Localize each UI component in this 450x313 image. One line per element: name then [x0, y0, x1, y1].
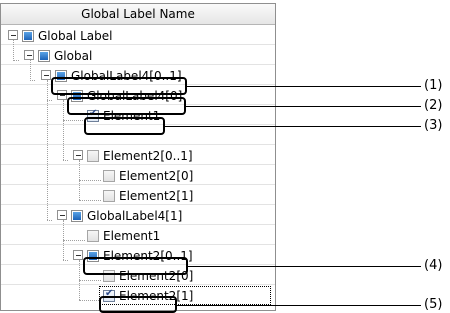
checkbox-icon[interactable]	[103, 190, 115, 202]
callout-number-5: (5)	[424, 297, 443, 312]
callout-box-4	[83, 257, 188, 275]
tree-connector	[79, 300, 101, 301]
callout-number-3: (3)	[424, 118, 443, 133]
callout-leader-3	[165, 126, 421, 127]
collapse-toggle-icon[interactable]	[24, 50, 34, 60]
tree-connector	[79, 180, 101, 181]
callout-box-3	[84, 117, 165, 135]
tree-connector	[63, 120, 85, 121]
collapse-toggle-icon[interactable]	[41, 70, 51, 80]
tree-connector	[63, 260, 68, 261]
callout-leader-1	[187, 86, 421, 87]
callout-box-1	[51, 77, 187, 95]
callout-leader-2	[186, 106, 421, 107]
collapse-toggle-icon[interactable]	[73, 250, 83, 260]
tree-connector	[63, 160, 68, 161]
folder-icon	[71, 210, 83, 222]
tree-connector	[79, 200, 101, 201]
folder-icon	[22, 30, 34, 42]
tree-connector	[47, 80, 48, 220]
callout-number-1: (1)	[424, 78, 443, 93]
checkbox-icon[interactable]	[87, 230, 99, 242]
checkbox-icon[interactable]	[103, 170, 115, 182]
tree-connector	[30, 80, 35, 81]
tree-connector	[63, 100, 64, 160]
tree-connector	[13, 40, 14, 61]
callout-leader-4	[188, 266, 421, 267]
checkbox-icon[interactable]	[87, 150, 99, 162]
tree-connector	[63, 240, 85, 241]
folder-icon	[38, 50, 50, 62]
tree-connector	[79, 280, 101, 281]
callout-leader-5	[177, 305, 421, 306]
callout-box-5	[99, 296, 177, 313]
column-header[interactable]: Global Label Name	[1, 4, 275, 25]
callout-box-2	[67, 97, 186, 115]
tree-connector	[47, 220, 52, 221]
collapse-toggle-icon[interactable]	[73, 150, 83, 160]
callout-number-2: (2)	[424, 98, 443, 113]
collapse-toggle-icon[interactable]	[8, 30, 18, 40]
collapse-toggle-icon[interactable]	[57, 210, 67, 220]
tree-connector	[13, 60, 19, 61]
callout-number-4: (4)	[424, 258, 443, 273]
tree-connector	[47, 100, 52, 101]
tree-connector	[30, 60, 31, 81]
